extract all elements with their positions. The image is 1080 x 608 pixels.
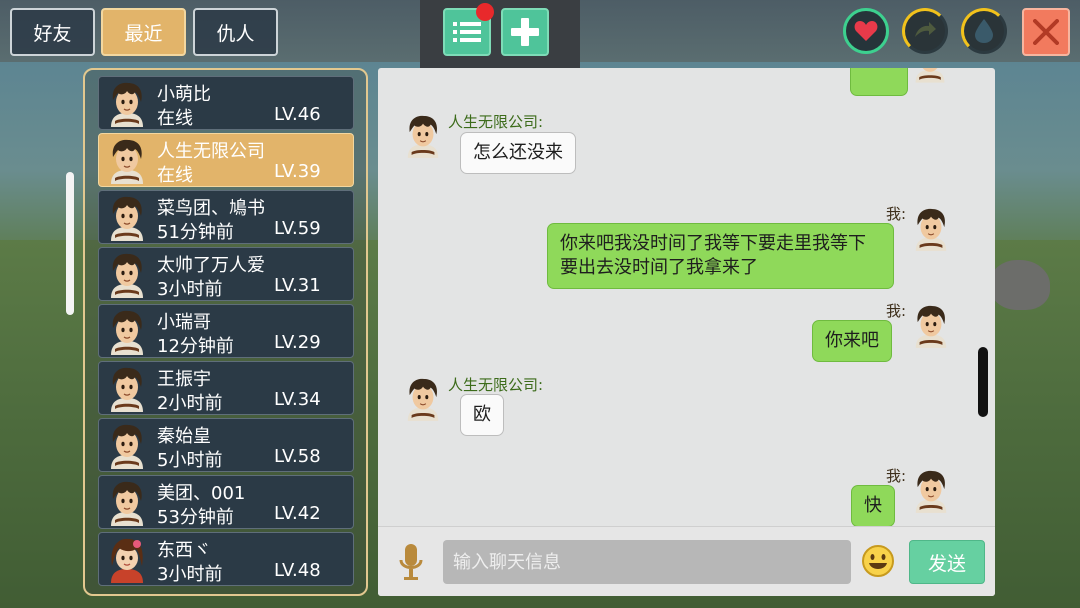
friend-status: 在线 bbox=[157, 108, 193, 129]
list-scrollbar[interactable] bbox=[66, 172, 74, 315]
avatar bbox=[110, 253, 144, 298]
stamina-icon bbox=[915, 22, 936, 37]
friend-name: 东西ヾ bbox=[157, 540, 211, 561]
chat-message-input[interactable] bbox=[443, 540, 851, 584]
friend-level: LV.48 bbox=[274, 560, 321, 581]
avatar bbox=[110, 481, 144, 526]
friend-name: 王振宇 bbox=[157, 369, 211, 390]
cut-off-bubble bbox=[850, 68, 908, 96]
message-bubble: 你来吧 bbox=[812, 320, 892, 362]
stamina-indicator[interactable] bbox=[902, 8, 948, 54]
message-sender: 人生无限公司: bbox=[448, 113, 544, 131]
message-bubble: 快 bbox=[851, 485, 895, 527]
avatar[interactable] bbox=[912, 205, 950, 252]
avatar bbox=[110, 82, 144, 127]
background-rock bbox=[990, 260, 1050, 310]
close-button[interactable] bbox=[1022, 8, 1070, 56]
friend-name: 小萌比 bbox=[157, 84, 211, 105]
friend-list-item[interactable]: 王振宇 2小时前 LV.34 bbox=[98, 361, 354, 415]
friend-level: LV.31 bbox=[274, 275, 321, 296]
friend-name: 太帅了万人爱 bbox=[157, 255, 265, 276]
friend-status: 5小时前 bbox=[157, 450, 223, 471]
avatar bbox=[110, 367, 144, 412]
message-bubble: 你来吧我没时间了我等下要走里我等下要出去没时间了我拿来了 bbox=[547, 223, 894, 289]
friend-list-item[interactable]: 美团、001 53分钟前 LV.42 bbox=[98, 475, 354, 529]
send-button[interactable]: 发送 bbox=[909, 540, 985, 584]
avatar[interactable] bbox=[404, 112, 442, 159]
friend-name: 小瑞哥 bbox=[157, 312, 211, 333]
friend-level: LV.58 bbox=[274, 446, 321, 467]
friend-status: 53分钟前 bbox=[157, 507, 234, 528]
friend-level: LV.29 bbox=[274, 332, 321, 353]
cut-off-avatar bbox=[912, 68, 948, 86]
friend-status: 3小时前 bbox=[157, 279, 223, 300]
avatar bbox=[110, 538, 144, 583]
friend-level: LV.39 bbox=[274, 161, 321, 182]
health-indicator[interactable] bbox=[843, 8, 889, 54]
friend-list-item[interactable]: 菜鸟团、鳩书 51分钟前 LV.59 bbox=[98, 190, 354, 244]
message-bubble: 欧 bbox=[460, 394, 504, 436]
avatar[interactable] bbox=[404, 375, 442, 422]
heart-icon bbox=[854, 21, 878, 41]
avatar bbox=[110, 424, 144, 469]
water-indicator[interactable] bbox=[961, 8, 1007, 54]
water-drop-icon bbox=[975, 19, 993, 43]
add-friend-button[interactable] bbox=[501, 8, 549, 56]
friend-name: 秦始皇 bbox=[157, 426, 211, 447]
friend-status: 51分钟前 bbox=[157, 222, 234, 243]
message-sender: 我: bbox=[886, 205, 907, 223]
close-icon bbox=[1033, 19, 1059, 45]
message-sender: 我: bbox=[886, 467, 907, 485]
avatar[interactable] bbox=[912, 467, 950, 514]
top-bar: 好友 最近 仇人 bbox=[0, 0, 1080, 62]
plus-icon bbox=[511, 18, 539, 46]
message-sender: 我: bbox=[886, 302, 907, 320]
avatar bbox=[110, 139, 144, 184]
avatar bbox=[110, 310, 144, 355]
friend-list-item[interactable]: 东西ヾ 3小时前 LV.48 bbox=[98, 532, 354, 586]
friend-list-item[interactable]: 人生无限公司 在线 LV.39 bbox=[98, 133, 354, 187]
friend-level: LV.46 bbox=[274, 104, 321, 125]
avatar[interactable] bbox=[912, 302, 950, 349]
friend-status: 在线 bbox=[157, 165, 193, 186]
message-bubble: 怎么还没来 bbox=[460, 132, 576, 174]
tab-friends[interactable]: 好友 bbox=[10, 8, 95, 56]
tab-enemies[interactable]: 仇人 bbox=[193, 8, 278, 56]
friend-status: 2小时前 bbox=[157, 393, 223, 414]
friend-name: 美团、001 bbox=[157, 483, 246, 504]
friend-level: LV.59 bbox=[274, 218, 321, 239]
chat-scrollbar[interactable] bbox=[978, 347, 988, 417]
friend-list-item[interactable]: 小萌比在线 LV.46 bbox=[98, 76, 354, 130]
message-sender: 人生无限公司: bbox=[448, 376, 544, 394]
emoji-icon[interactable] bbox=[861, 544, 895, 578]
microphone-icon[interactable] bbox=[398, 540, 424, 584]
friend-list-item[interactable]: 秦始皇 5小时前 LV.58 bbox=[98, 418, 354, 472]
friend-status: 3小时前 bbox=[157, 564, 223, 585]
list-icon bbox=[453, 22, 481, 42]
friend-name: 菜鸟团、鳩书 bbox=[157, 198, 265, 219]
tab-recent[interactable]: 最近 bbox=[101, 8, 186, 56]
notification-dot bbox=[476, 3, 494, 21]
friend-list-panel: 小萌比在线 LV.46 人生无限公司 在线 LV.39 菜鸟团、鳩书 51分钟前 LV.59 太… bbox=[83, 68, 368, 596]
friend-level: LV.42 bbox=[274, 503, 321, 524]
friend-status: 12分钟前 bbox=[157, 336, 234, 357]
friend-name: 人生无限公司 bbox=[157, 141, 265, 162]
avatar bbox=[110, 196, 144, 241]
friend-level: LV.34 bbox=[274, 389, 321, 410]
friend-list-item[interactable]: 小瑞哥 12分钟前 LV.29 bbox=[98, 304, 354, 358]
friend-list-item[interactable]: 太帅了万人爱 3小时前 LV.31 bbox=[98, 247, 354, 301]
